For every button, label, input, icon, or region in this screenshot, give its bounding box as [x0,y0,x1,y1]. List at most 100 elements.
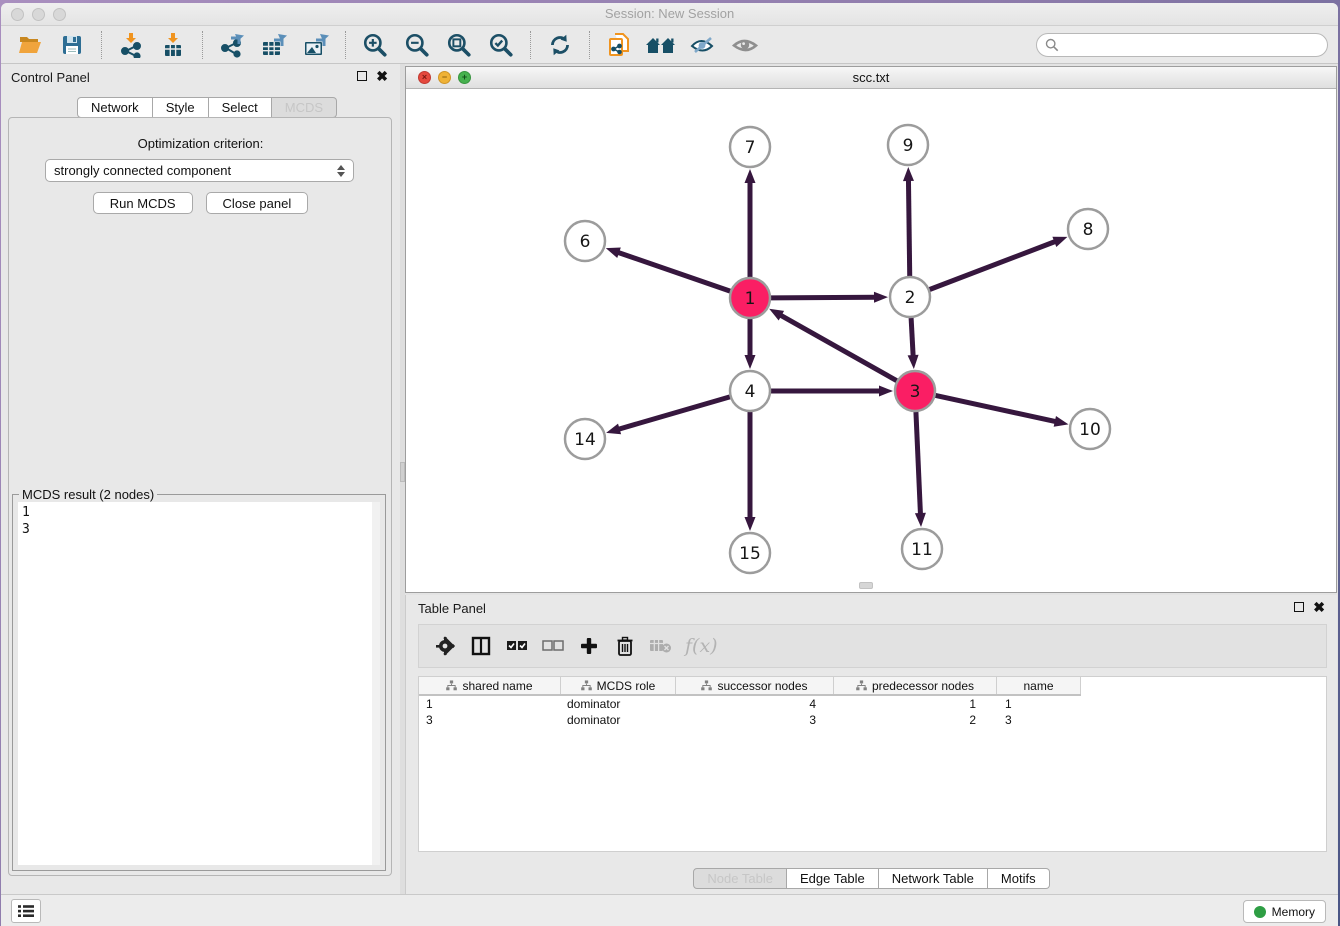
graph-node-1[interactable]: 1 [730,278,770,318]
tab-style[interactable]: Style [153,97,209,118]
optimization-criterion-select[interactable]: strongly connected component [45,159,354,182]
delete-column-icon[interactable] [607,631,643,661]
zoom-in-icon[interactable] [358,30,392,60]
column-header-predecessor-nodes[interactable]: predecessor nodes [834,677,997,694]
graph-edge-4-3[interactable] [771,386,893,397]
float-table-panel-icon[interactable] [1294,602,1304,612]
task-history-button[interactable] [11,899,41,923]
table-cell[interactable]: 1 [834,696,997,712]
network-window-title: scc.txt [406,70,1336,85]
graph-edge-4-15[interactable] [745,412,756,531]
table-tab-motifs[interactable]: Motifs [988,868,1050,889]
tab-select[interactable]: Select [209,97,272,118]
show-columns-icon[interactable] [463,631,499,661]
table-cell[interactable]: 3 [419,712,561,728]
network-canvas[interactable]: 7 9 6 8 1 2 4 3 14 10 15 11 [406,89,1336,592]
table-cell[interactable]: dominator [561,712,676,728]
import-table-icon[interactable] [156,30,190,60]
table-cell[interactable]: 3 [997,712,1081,728]
search-icon [1045,38,1059,52]
column-header-name[interactable]: name [997,677,1081,694]
graph-node-7[interactable]: 7 [730,127,770,167]
unselect-all-icon[interactable] [535,631,571,661]
result-scrollbar[interactable] [372,502,380,865]
table-cell[interactable]: 1 [419,696,561,712]
first-neighbors-icon[interactable] [644,30,678,60]
run-mcds-button[interactable]: Run MCDS [93,192,193,214]
select-all-icon[interactable] [499,631,535,661]
delete-table-icon[interactable] [643,631,679,661]
mcds-result-textarea[interactable]: 1 3 [18,502,372,865]
graph-node-11[interactable]: 11 [902,529,942,569]
graph-node-14[interactable]: 14 [565,419,605,459]
search-field[interactable] [1036,33,1328,57]
table-tab-node-table[interactable]: Node Table [693,868,787,889]
graph-edge-3-11[interactable] [915,412,926,527]
network-resize-grip[interactable] [859,582,873,589]
graph-node-3[interactable]: 3 [895,371,935,411]
search-input[interactable] [1059,38,1327,52]
graph-edge-4-14[interactable] [606,397,730,434]
close-panel-icon[interactable]: ✖ [376,71,388,81]
column-header-shared-name[interactable]: shared name [419,677,561,694]
function-builder-icon[interactable]: f(x) [685,635,718,657]
export-image-icon[interactable] [299,30,333,60]
table-cell[interactable]: 4 [676,696,834,712]
network-from-selection-icon[interactable] [602,30,636,60]
close-panel-button[interactable]: Close panel [206,192,309,214]
mcds-result-group: MCDS result (2 nodes) 1 3 [12,494,386,871]
refresh-icon[interactable] [543,30,577,60]
zoom-out-icon[interactable] [400,30,434,60]
graph-node-15[interactable]: 15 [730,533,770,573]
table-tab-network-table[interactable]: Network Table [879,868,988,889]
graph-edge-3-10[interactable] [936,395,1069,426]
graph-node-6[interactable]: 6 [565,221,605,261]
table-cell[interactable]: 1 [997,696,1081,712]
column-header-successor-nodes[interactable]: successor nodes [676,677,834,694]
node-table[interactable]: shared nameMCDS rolesuccessor nodesprede… [418,676,1327,852]
graph-node-4[interactable]: 4 [730,371,770,411]
tab-mcds[interactable]: MCDS [272,97,337,118]
graph-edge-1-2[interactable] [771,292,888,303]
column-header-MCDS-role[interactable]: MCDS role [561,677,676,694]
graph-node-9[interactable]: 9 [888,125,928,165]
graph-edge-1-4[interactable] [745,319,756,369]
dropdown-arrows-icon [337,165,345,177]
float-panel-icon[interactable] [357,71,367,81]
graph-node-10[interactable]: 10 [1070,409,1110,449]
export-network-icon[interactable] [215,30,249,60]
save-session-icon[interactable] [55,30,89,60]
table-header-row: shared nameMCDS rolesuccessor nodesprede… [419,677,1081,696]
table-cell[interactable]: 3 [676,712,834,728]
close-table-panel-icon[interactable]: ✖ [1313,602,1325,612]
result-line: 3 [22,521,368,538]
svg-text:7: 7 [745,138,756,158]
toolbar-separator [101,31,102,59]
export-table-icon[interactable] [257,30,291,60]
task-list-icon [17,903,35,919]
graph-edge-2-3[interactable] [908,318,919,369]
table-cell[interactable]: dominator [561,696,676,712]
graph-node-2[interactable]: 2 [890,277,930,317]
import-network-icon[interactable] [114,30,148,60]
graph-edge-2-9[interactable] [903,167,914,276]
zoom-selected-icon[interactable] [484,30,518,60]
table-settings-icon[interactable] [427,631,463,661]
add-column-icon[interactable] [571,631,607,661]
table-cell[interactable]: 2 [834,712,997,728]
graph-edge-1-7[interactable] [745,169,756,277]
table-row[interactable]: 3dominator323 [419,712,1326,728]
memory-button[interactable]: Memory [1243,900,1326,923]
graph-edge-1-6[interactable] [606,248,730,292]
hide-selected-icon[interactable] [686,30,720,60]
open-file-icon[interactable] [13,30,47,60]
table-row[interactable]: 1dominator411 [419,696,1326,712]
graph-edge-2-8[interactable] [930,237,1068,290]
graph-edge-3-1[interactable] [769,309,897,381]
graph-node-8[interactable]: 8 [1068,209,1108,249]
show-hidden-icon[interactable] [728,30,762,60]
zoom-fit-icon[interactable] [442,30,476,60]
table-tab-edge-table[interactable]: Edge Table [787,868,879,889]
table-panel: Table Panel ✖ [405,595,1337,894]
tab-network[interactable]: Network [77,97,153,118]
